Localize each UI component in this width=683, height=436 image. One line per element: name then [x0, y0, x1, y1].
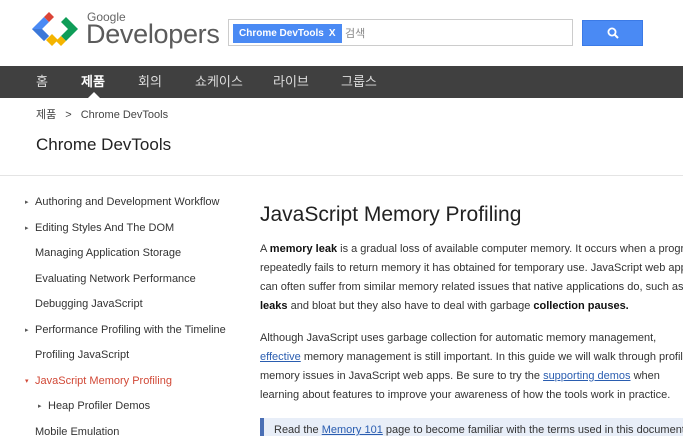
nav-item-conferences[interactable]: 회의	[138, 66, 162, 98]
sidebar-item-label: Editing Styles And The DOM	[35, 222, 175, 234]
sidebar-item-authoring[interactable]: ▸ Authoring and Development Workflow	[25, 196, 219, 208]
nav-item-groups[interactable]: 그룹스	[341, 66, 377, 98]
intro-paragraph: A memory leak is a gradual loss of avail…	[260, 240, 683, 316]
sidebar-item-label: JavaScript Memory Profiling	[35, 375, 172, 387]
search-box[interactable]: Chrome DevTools X	[228, 19, 573, 46]
google-developers-logo-icon[interactable]	[32, 10, 78, 48]
bold-term: collection pauses.	[533, 300, 629, 312]
expand-arrow-icon: ▸	[25, 225, 29, 232]
text-span: A	[260, 243, 270, 255]
sidebar-item-network[interactable]: Evaluating Network Performance	[35, 273, 196, 285]
supporting-demos-link[interactable]: supporting demos	[543, 370, 630, 382]
bold-term: memory leak	[269, 243, 338, 255]
sidebar-item-profiling-js[interactable]: Profiling JavaScript	[35, 349, 129, 361]
sidebar-item-label: Managing Application Storage	[35, 247, 182, 259]
breadcrumb: 제품 > Chrome DevTools	[36, 106, 168, 122]
search-button[interactable]	[582, 20, 643, 46]
page-title: JavaScript Memory Profiling	[260, 203, 522, 226]
search-icon	[607, 27, 619, 39]
text-span: and bloat but they also have to deal wit…	[287, 300, 534, 312]
header-divider	[0, 175, 683, 176]
text-span: page to become familiar with the terms u…	[382, 424, 683, 436]
sidebar-item-label: Performance Profiling with the Timeline	[35, 324, 226, 336]
memory-101-link[interactable]: Memory 101	[322, 424, 383, 436]
sidebar-item-label: Debugging JavaScript	[35, 298, 143, 310]
gc-paragraph: Although JavaScript uses garbage collect…	[260, 329, 683, 405]
expand-arrow-icon: ▸	[38, 403, 42, 410]
sidebar-item-memory-profiling[interactable]: ▾ JavaScript Memory Profiling	[25, 375, 172, 387]
breadcrumb-root-link[interactable]: 제품	[36, 109, 56, 121]
sidebar-item-debugging[interactable]: Debugging JavaScript	[35, 298, 143, 310]
search-input[interactable]	[345, 24, 565, 43]
note-text: Read the Memory 101 page to become famil…	[274, 424, 683, 436]
nav-item-showcase[interactable]: 쇼케이스	[195, 66, 243, 98]
logo-developers-text[interactable]: Developers	[86, 19, 220, 50]
text-span: Read the	[274, 424, 322, 436]
sidebar-item-label: Evaluating Network Performance	[35, 273, 196, 285]
sidebar-item-timeline[interactable]: ▸ Performance Profiling with the Timeline	[25, 324, 226, 336]
chip-close-icon[interactable]: X	[329, 28, 336, 39]
text-span: Although JavaScript uses garbage collect…	[260, 332, 657, 344]
expand-arrow-icon: ▸	[25, 199, 29, 206]
collapse-arrow-icon: ▾	[25, 378, 29, 385]
expand-arrow-icon: ▸	[25, 327, 29, 334]
search-scope-chip[interactable]: Chrome DevTools X	[233, 24, 342, 43]
search-scope-chip-label: Chrome DevTools	[239, 28, 324, 39]
sidebar-item-label: Authoring and Development Workflow	[35, 196, 220, 208]
nav-item-home[interactable]: 홈	[36, 66, 48, 98]
sidebar-item-label: Mobile Emulation	[35, 426, 120, 436]
top-nav: 홈 제품 회의 쇼케이스 라이브 그룹스	[0, 66, 683, 98]
sidebar-item-heap-demos[interactable]: ▸ Heap Profiler Demos	[38, 400, 150, 412]
section-title: Chrome DevTools	[36, 135, 172, 154]
site-header: Google Developers Chrome DevTools X	[0, 0, 683, 66]
sidebar-item-label: Profiling JavaScript	[35, 349, 130, 361]
sidebar-item-label: Heap Profiler Demos	[48, 400, 151, 412]
sidebar-item-storage[interactable]: Managing Application Storage	[35, 247, 181, 259]
breadcrumb-chevron-icon: >	[65, 109, 72, 121]
bold-term: leaks	[260, 300, 288, 312]
active-nav-caret-icon	[88, 92, 100, 98]
nav-item-live[interactable]: 라이브	[273, 66, 309, 98]
effective-link[interactable]: effective	[260, 351, 301, 363]
sidebar-item-editing-styles[interactable]: ▸ Editing Styles And The DOM	[25, 222, 174, 234]
memory-101-note: Read the Memory 101 page to become famil…	[260, 418, 683, 436]
breadcrumb-current[interactable]: Chrome DevTools	[81, 109, 168, 121]
sidebar-item-mobile[interactable]: Mobile Emulation	[35, 426, 119, 436]
